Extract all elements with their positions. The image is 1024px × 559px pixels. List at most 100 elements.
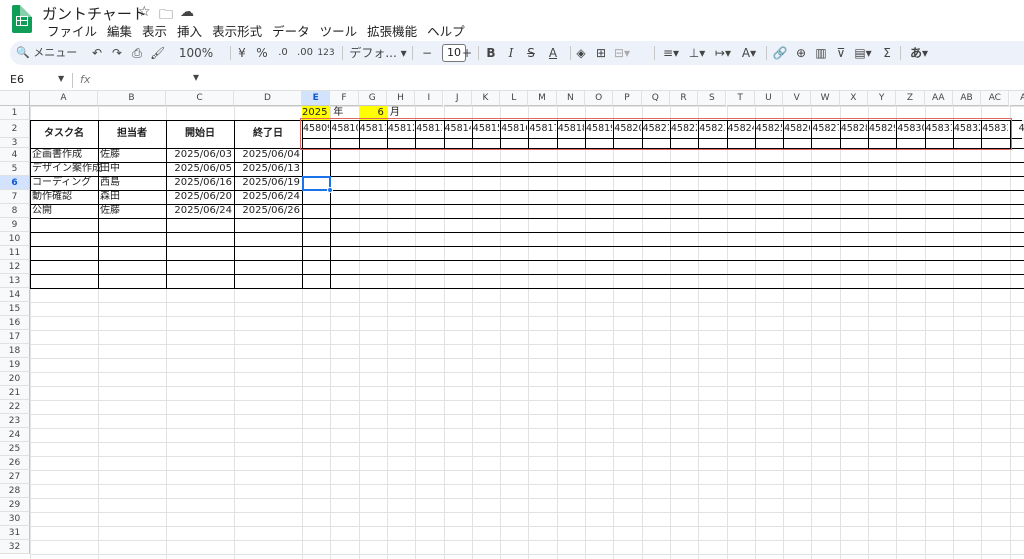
insert-chart-icon[interactable]: ▥	[814, 41, 828, 65]
menu-item-0[interactable]: ファイル	[42, 21, 102, 40]
column-header-D[interactable]: D	[234, 91, 302, 106]
row-header-3[interactable]: 3	[0, 138, 30, 148]
menu-item-8[interactable]: ヘルプ	[422, 21, 470, 40]
task-cell-owner[interactable]: 佐藤	[100, 148, 164, 162]
task-cell-owner[interactable]: 森田	[100, 190, 164, 204]
insert-comment-icon[interactable]: ⊕	[794, 41, 808, 65]
text-wrap-icon[interactable]: ↦▾	[712, 41, 734, 65]
header-end[interactable]: 終了日	[234, 120, 302, 148]
row-header-10[interactable]: 10	[0, 232, 30, 246]
task-cell-owner[interactable]: 田中	[100, 162, 164, 176]
row-header-29[interactable]: 29	[0, 498, 30, 512]
task-cell-start[interactable]: 2025/06/16	[168, 176, 232, 190]
row-header-32[interactable]: 32	[0, 540, 30, 554]
filter-views-icon[interactable]: ▤▾	[852, 41, 874, 65]
row-header-14[interactable]: 14	[0, 288, 30, 302]
text-color-button[interactable]: A	[546, 41, 560, 65]
column-header-AB[interactable]: AB	[952, 91, 982, 106]
bold-button[interactable]: B	[484, 41, 498, 65]
row-header-13[interactable]: 13	[0, 274, 30, 288]
zoom-select[interactable]: 100% ▾	[176, 41, 216, 84]
functions-icon[interactable]: Σ	[880, 41, 894, 65]
task-cell-start[interactable]: 2025/06/20	[168, 190, 232, 204]
row-header-15[interactable]: 15	[0, 302, 30, 316]
column-header-Y[interactable]: Y	[868, 91, 897, 106]
column-header-F[interactable]: F	[330, 91, 359, 106]
column-header-L[interactable]: L	[500, 91, 529, 106]
row-header-24[interactable]: 24	[0, 428, 30, 442]
task-cell-end[interactable]: 2025/06/24	[236, 190, 300, 204]
italic-button[interactable]: I	[504, 41, 518, 65]
row-header-23[interactable]: 23	[0, 414, 30, 428]
currency-button[interactable]: ¥	[236, 41, 248, 65]
undo-icon[interactable]: ↶	[90, 41, 104, 65]
merge-cells-icon[interactable]: ⊟▾	[612, 41, 632, 65]
column-header-O[interactable]: O	[585, 91, 614, 106]
task-cell-task[interactable]: コーディング	[32, 176, 96, 190]
input-tools-button[interactable]: あ▾	[908, 41, 930, 65]
cloud-status-icon[interactable]: ☁	[180, 4, 194, 20]
chevron-down-icon[interactable]: ▼	[58, 74, 64, 83]
column-header-E[interactable]: E	[302, 91, 331, 106]
name-box[interactable]: E6	[10, 73, 24, 86]
task-cell-task[interactable]: 動作確認	[32, 190, 96, 204]
row-header-26[interactable]: 26	[0, 456, 30, 470]
filter-icon[interactable]: ⊽	[834, 41, 848, 65]
row-header-5[interactable]: 5	[0, 162, 30, 176]
row-header-27[interactable]: 27	[0, 470, 30, 484]
date-serial-cell[interactable]: 458	[1011, 120, 1024, 138]
column-header-H[interactable]: H	[386, 91, 416, 106]
column-header-V[interactable]: V	[783, 91, 812, 106]
insert-link-icon[interactable]: 🔗	[772, 41, 788, 65]
select-all-corner[interactable]	[0, 91, 30, 106]
menu-item-7[interactable]: 拡張機能	[362, 21, 422, 40]
row-header-17[interactable]: 17	[0, 330, 30, 344]
horizontal-align-icon[interactable]: ≡▾	[660, 41, 682, 65]
task-cell-end[interactable]: 2025/06/13	[236, 162, 300, 176]
decrease-decimal-button[interactable]: .0	[275, 41, 291, 65]
row-header-31[interactable]: 31	[0, 526, 30, 540]
menu-item-2[interactable]: 表示	[137, 21, 172, 40]
text-rotation-icon[interactable]: A▾	[738, 41, 760, 65]
column-header-A[interactable]: A	[30, 91, 98, 106]
header-owner[interactable]: 担当者	[98, 120, 166, 148]
task-cell-end[interactable]: 2025/06/19	[236, 176, 300, 190]
borders-icon[interactable]: ⊞	[594, 41, 608, 65]
sheet-grid[interactable]: A B C D E F G H I J K L M N O P Q R S T U V W X Y Z AA AB AC A 1 2 3 4 5 6 7…	[0, 91, 1024, 559]
row-header-6[interactable]: 6	[0, 176, 30, 190]
column-header-B[interactable]: B	[98, 91, 166, 106]
row-header-2[interactable]: 2	[0, 120, 30, 138]
row-header-19[interactable]: 19	[0, 358, 30, 372]
row-header-21[interactable]: 21	[0, 386, 30, 400]
more-formats-button[interactable]: 123	[317, 41, 335, 65]
strikethrough-button[interactable]: S	[524, 41, 538, 65]
header-task[interactable]: タスク名	[30, 120, 98, 148]
task-cell-owner[interactable]: 佐藤	[100, 204, 164, 218]
print-icon[interactable]: ⎙	[130, 41, 144, 65]
column-header-AA[interactable]: AA	[924, 91, 953, 106]
column-header-AC[interactable]: AC	[981, 91, 1010, 106]
row-header-8[interactable]: 8	[0, 204, 30, 218]
task-cell-task[interactable]: デザイン案作成	[32, 162, 102, 176]
column-header-Q[interactable]: Q	[641, 91, 670, 106]
column-header-W[interactable]: W	[811, 91, 840, 106]
column-header-Z[interactable]: Z	[896, 91, 925, 106]
menu-search[interactable]: 🔍 メニュー	[16, 44, 86, 62]
fill-handle[interactable]	[327, 187, 334, 193]
row-header-12[interactable]: 12	[0, 260, 30, 274]
menu-item-3[interactable]: 挿入	[172, 21, 207, 40]
row-header-18[interactable]: 18	[0, 344, 30, 358]
row-header-30[interactable]: 30	[0, 512, 30, 526]
column-header-I[interactable]: I	[415, 91, 444, 106]
sheets-logo-icon[interactable]	[12, 5, 32, 33]
menu-item-5[interactable]: データ	[267, 21, 315, 40]
font-select[interactable]: デフォ... ▾	[348, 41, 408, 65]
row-header-1[interactable]: 1	[0, 106, 30, 120]
task-cell-end[interactable]: 2025/06/26	[236, 204, 300, 218]
column-header-A[interactable]: A	[1009, 91, 1024, 106]
column-header-U[interactable]: U	[754, 91, 784, 106]
menu-item-1[interactable]: 編集	[102, 21, 137, 40]
row-header-22[interactable]: 22	[0, 400, 30, 414]
column-header-C[interactable]: C	[166, 91, 234, 106]
row-header-7[interactable]: 7	[0, 190, 30, 204]
